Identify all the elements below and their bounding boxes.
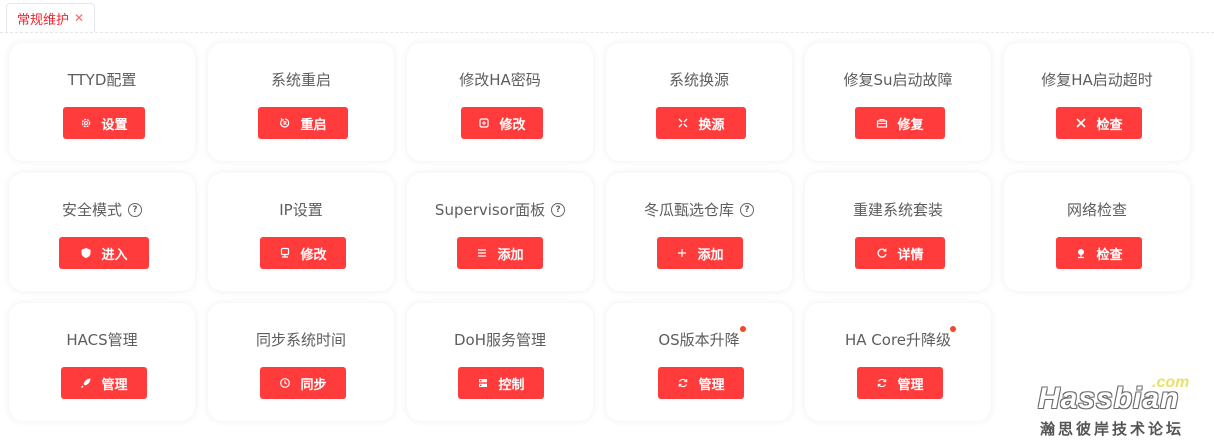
card-title: 系统重启 xyxy=(270,71,331,89)
button-label: 管理 xyxy=(698,377,725,393)
gear-icon xyxy=(82,118,91,128)
card-hacs-management: HACS管理 管理 xyxy=(9,303,195,421)
settings-button[interactable]: 设置 xyxy=(63,107,145,139)
help-icon[interactable]: ? xyxy=(551,202,566,217)
button-label: 修改 xyxy=(499,117,526,133)
refresh-icon xyxy=(877,248,888,258)
tab-label: 常规维护 xyxy=(17,12,70,28)
switch-source-button[interactable]: 换源 xyxy=(656,107,746,139)
server-icon xyxy=(479,379,488,387)
card-system-restart: 系统重启 R 重启 xyxy=(208,43,394,161)
help-icon[interactable]: ? xyxy=(740,202,754,217)
key-icon xyxy=(479,118,490,128)
card-title: TTYD配置 xyxy=(67,71,137,89)
plus-icon xyxy=(678,249,687,257)
clock-icon xyxy=(280,378,291,388)
tab-routine-maintenance[interactable]: 常规维护 ✕ xyxy=(6,3,96,32)
svg-text:R: R xyxy=(284,121,288,127)
repair-button[interactable]: 修复 xyxy=(855,107,945,139)
change-password-button[interactable]: 修改 xyxy=(461,107,543,139)
card-title: 冬瓜甄选仓库 xyxy=(643,201,734,219)
modify-ip-button[interactable]: 修改 xyxy=(260,237,346,269)
card-rebuild-system-kit: 重建系统套装 详情 xyxy=(805,173,991,291)
card-ha-core-upgrade: HA Core升降级 管理 xyxy=(805,303,991,421)
card-title: 修复HA启动超时 xyxy=(1041,71,1153,89)
tools-icon xyxy=(1076,118,1087,128)
toolbox-icon xyxy=(877,118,888,128)
tab-bar: 常规维护 ✕ xyxy=(0,0,1214,33)
card-title: 网络检查 xyxy=(1066,201,1127,219)
details-button[interactable]: 详情 xyxy=(855,237,945,269)
button-label: 换源 xyxy=(698,117,725,133)
button-label: 管理 xyxy=(101,377,128,393)
card-donggua-repo: 冬瓜甄选仓库? 添加 xyxy=(606,173,792,291)
card-title: Supervisor面板 xyxy=(434,201,546,219)
monitor-icon xyxy=(281,247,290,258)
button-label: 设置 xyxy=(101,117,128,133)
help-icon[interactable]: ? xyxy=(128,202,142,217)
sync-icon xyxy=(679,378,688,388)
card-ip-settings: IP设置 修改 xyxy=(208,173,394,291)
restart-button[interactable]: R 重启 xyxy=(258,107,348,139)
sync-time-button[interactable]: 同步 xyxy=(260,367,346,399)
watermark-brand: Hassbian xyxy=(1038,382,1180,415)
switch-icon xyxy=(679,118,688,128)
card-title: 同步系统时间 xyxy=(255,331,346,349)
card-fix-ha-startup-timeout: 修复HA启动超时 检查 xyxy=(1004,43,1190,161)
os-manage-button[interactable]: 管理 xyxy=(658,367,744,399)
button-label: 详情 xyxy=(897,247,924,263)
add-repo-button[interactable]: 添加 xyxy=(657,237,743,269)
close-icon[interactable]: ✕ xyxy=(74,12,84,24)
card-title: 修改HA密码 xyxy=(459,71,541,89)
card-title: HACS管理 xyxy=(66,331,138,349)
card-title: 安全模式 xyxy=(61,201,122,219)
button-label: 修改 xyxy=(300,247,327,263)
card-title: 重建系统套装 xyxy=(852,201,943,219)
card-title: OS版本升降 xyxy=(658,331,740,349)
card-ttyd-config: TTYD配置 设置 xyxy=(9,43,195,161)
ha-core-manage-button[interactable]: 管理 xyxy=(857,367,943,399)
card-sync-system-time: 同步系统时间 同步 xyxy=(208,303,394,421)
card-title: HA Core升降级 xyxy=(844,331,952,349)
button-label: 重启 xyxy=(300,117,327,133)
button-label: 检查 xyxy=(1096,247,1123,263)
notification-dot xyxy=(739,326,746,332)
button-label: 添加 xyxy=(497,247,524,263)
card-fix-su-startup: 修复Su启动故障 修复 xyxy=(805,43,991,161)
card-os-version-upgrade: OS版本升降 管理 xyxy=(606,303,792,421)
card-system-source-switch: 系统换源 换源 xyxy=(606,43,792,161)
button-label: 控制 xyxy=(498,377,525,393)
button-label: 进入 xyxy=(101,247,128,263)
button-label: 同步 xyxy=(300,377,327,393)
hacs-manage-button[interactable]: 管理 xyxy=(61,367,147,399)
pin-icon xyxy=(1078,249,1085,259)
button-label: 添加 xyxy=(697,247,724,263)
button-label: 检查 xyxy=(1096,117,1123,133)
card-doh-service: DoH服务管理 控制 xyxy=(407,303,593,421)
network-check-button[interactable]: 检查 xyxy=(1056,237,1142,269)
menu-icon xyxy=(478,249,487,257)
shield-icon xyxy=(81,248,91,258)
add-supervisor-button[interactable]: 添加 xyxy=(457,237,543,269)
card-network-check: 网络检查 检查 xyxy=(1004,173,1190,291)
card-title: DoH服务管理 xyxy=(453,331,546,349)
doh-control-button[interactable]: 控制 xyxy=(458,367,544,399)
sync-icon xyxy=(878,378,887,388)
card-title: 修复Su启动故障 xyxy=(843,71,953,89)
rocket-icon xyxy=(81,378,91,388)
enter-button[interactable]: 进入 xyxy=(59,237,149,269)
card-supervisor-panel: Supervisor面板? 添加 xyxy=(407,173,593,291)
restart-icon: R xyxy=(280,117,290,128)
card-change-ha-password: 修改HA密码 修改 xyxy=(407,43,593,161)
check-button[interactable]: 检查 xyxy=(1056,107,1142,139)
watermark-forum-name: 瀚思彼岸技术论坛 xyxy=(1040,420,1185,438)
card-title: 系统换源 xyxy=(668,71,729,89)
card-title: IP设置 xyxy=(279,201,323,219)
notification-dot xyxy=(950,326,957,332)
hassbian-watermark: .com Hassbian 瀚思彼岸技术论坛 xyxy=(1030,370,1210,440)
card-safe-mode: 安全模式? 进入 xyxy=(9,173,195,291)
button-label: 管理 xyxy=(897,377,924,393)
button-label: 修复 xyxy=(897,117,924,133)
